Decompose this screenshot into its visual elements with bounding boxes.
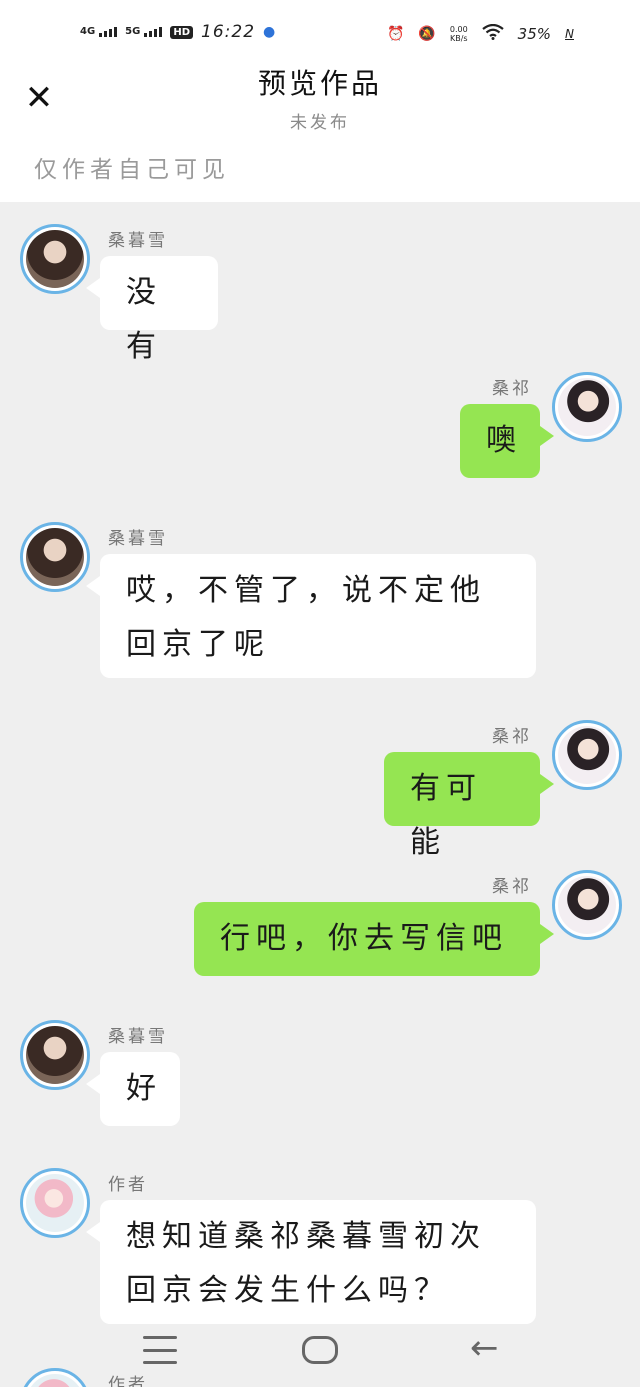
message-text-line-1: 想知道桑祁桑暮雪初次 [126,1219,486,1254]
publish-status: 未发布 [290,113,350,133]
avatar[interactable] [20,1020,90,1090]
author-avatar[interactable] [20,1168,90,1238]
network-type-2: 5G [125,26,141,37]
message-left: 桑暮雪 没有 [0,202,640,364]
avatar[interactable] [552,870,622,940]
home-icon[interactable] [302,1336,338,1364]
status-right: ⏰ 🔕 0.00 KB/s 35% N [386,23,574,44]
back-icon[interactable]: ← [470,1330,499,1366]
sender-name: 桑祁 [492,727,532,747]
network-speed: 0.00 KB/s [450,25,468,43]
sender-name: 桑暮雪 [108,529,168,549]
message-text-line-2: 回京会发生什么吗？ [126,1273,450,1308]
avatar[interactable] [552,720,622,790]
status-bar: 4G 5G HD 16:22 ● ⏰ 🔕 0.00 KB/s 35% N [0,0,640,62]
message-left: 桑暮雪 好 [0,1000,640,1140]
nfc-icon: N [565,27,574,41]
paw-icon: ● [263,24,276,40]
hd-voice-icon: HD [170,25,194,39]
battery-level: 35% [517,25,552,43]
message-text-line-2: 回京了呢 [126,627,270,662]
message-text: 好 [126,1071,162,1106]
page-title: 预览作品 [257,67,382,100]
sender-name: 桑暮雪 [108,1027,168,1047]
avatar[interactable] [20,224,90,294]
visibility-note: 仅作者自己可见 [34,157,230,183]
message-bubble[interactable]: 想知道桑祁桑暮雪初次 回京会发生什么吗？ [86,1200,536,1324]
chat-area[interactable]: 桑暮雪 没有 桑祁 噢 桑暮雪 哎，不管了，说不定他 回京了呢 桑祁 有可能 桑… [0,202,640,1387]
message-bubble[interactable]: 好 [86,1052,180,1126]
status-left: 4G 5G HD 16:22 ● [80,22,275,42]
menu-icon[interactable] [143,1336,177,1364]
signal-icon-2: 5G [125,26,163,37]
sender-name: 作者 [108,1175,148,1195]
avatar[interactable] [552,372,622,442]
message-right: 桑祁 行吧，你去写信吧 [0,850,640,990]
status-time: 16:22 [201,22,256,42]
message-right: 桑祁 有可能 [0,700,640,860]
message-bubble[interactable]: 噢 [460,404,554,478]
message-left: 桑暮雪 哎，不管了，说不定他 回京了呢 [0,502,640,692]
message-left: 作者 想知道桑祁桑暮雪初次 回京会发生什么吗？ [0,1148,640,1338]
preview-header: ✕ 预览作品 未发布 仅作者自己可见 [0,62,640,202]
alarm-icon: ⏰ [386,26,405,42]
sender-name: 桑暮雪 [108,231,168,251]
network-type-1: 4G [80,26,96,37]
sender-name: 桑祁 [492,877,532,897]
message-bubble[interactable]: 没有 [86,256,218,364]
wifi-icon [481,23,504,44]
message-text: 行吧，你去写信吧 [220,921,508,956]
sender-name: 桑祁 [492,379,532,399]
system-nav-bar: ← [0,1316,640,1387]
message-text: 噢 [486,423,522,458]
message-bubble[interactable]: 行吧，你去写信吧 [194,902,554,976]
mute-icon: 🔕 [418,26,436,42]
message-right: 桑祁 噢 [0,352,640,492]
speed-value: 0.00 [449,25,468,34]
message-bubble[interactable]: 有可能 [384,752,554,860]
signal-icon: 4G [80,26,118,37]
message-bubble[interactable]: 哎，不管了，说不定他 回京了呢 [86,554,536,678]
message-text-line-1: 哎，不管了，说不定他 [126,573,486,608]
speed-unit: KB/s [449,34,468,43]
avatar[interactable] [20,522,90,592]
